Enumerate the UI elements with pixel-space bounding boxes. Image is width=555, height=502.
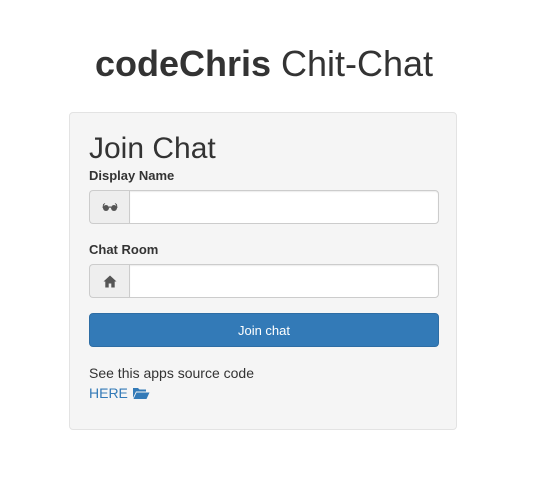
app-title-rest: Chit-Chat (270, 43, 434, 84)
app-title-brand: codeChris (94, 43, 271, 84)
display-name-label: Display Name (89, 168, 175, 183)
display-name-input[interactable] (129, 190, 439, 224)
home-icon (89, 264, 129, 298)
join-chat-button[interactable]: Join chat (89, 313, 439, 347)
panel-title: Join Chat (89, 132, 216, 165)
page: codeChris Chit-Chat Join Chat Display Na… (0, 0, 555, 502)
chat-room-input[interactable] (129, 264, 439, 298)
chat-room-label: Chat Room (89, 242, 159, 257)
join-chat-panel: Join Chat Display Name Chat Room Join ch… (69, 112, 457, 430)
source-code-link-label: HERE (89, 385, 128, 401)
source-code-link[interactable]: HERE (89, 384, 150, 403)
app-title: codeChris Chit-Chat (0, 42, 528, 86)
source-code-text: See this apps source code (89, 365, 254, 381)
display-name-input-group (89, 190, 439, 224)
folder-open-icon (132, 387, 150, 400)
glasses-icon (89, 190, 129, 224)
chat-room-input-group (89, 264, 439, 298)
